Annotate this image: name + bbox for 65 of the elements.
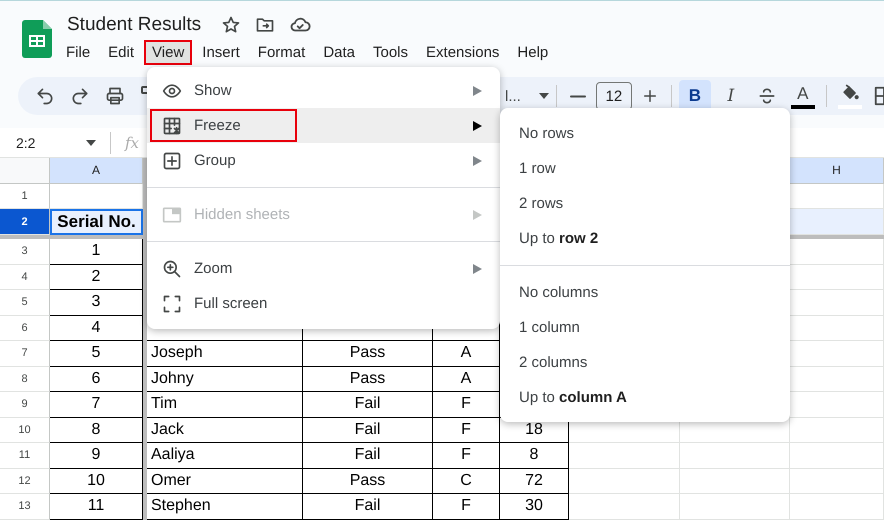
table-cell: Fail [303, 418, 433, 443]
document-title[interactable]: Student Results [67, 14, 202, 36]
menu-item[interactable]: 1 column [500, 310, 790, 345]
table-cell: Fail [303, 494, 433, 520]
row-header[interactable]: 8 [0, 366, 50, 392]
row-header[interactable]: 3 [0, 239, 50, 264]
row-header[interactable]: 6 [0, 316, 50, 341]
menu-item[interactable]: No columns [500, 275, 790, 310]
menu-bar-item[interactable]: Tools [365, 40, 416, 65]
column-header[interactable]: H [790, 158, 884, 184]
table-cell: Jack [147, 418, 303, 443]
text-color-button[interactable]: A [786, 80, 819, 112]
menu-bar-item[interactable]: View [144, 40, 192, 65]
function-icon: fx [125, 134, 140, 152]
table-cell: Stephen [147, 494, 303, 520]
row-header[interactable]: 7 [0, 341, 50, 366]
menu-item[interactable]: Freeze [147, 108, 500, 143]
table-cell: Pass [303, 366, 433, 392]
menu-item[interactable]: Zoom [147, 251, 500, 286]
column-header[interactable]: A [50, 158, 143, 184]
table-cell: C [433, 468, 500, 494]
menu-item[interactable]: Group [147, 143, 500, 178]
font-name-field[interactable]: l... [505, 88, 521, 104]
menu-item[interactable]: 2 columns [500, 345, 790, 380]
row-header[interactable]: 5 [0, 290, 50, 316]
table-cell: F [433, 443, 500, 468]
table-cell: 72 [500, 468, 569, 494]
table-cell: Fail [303, 443, 433, 468]
menu-bar-item[interactable]: Help [509, 40, 556, 65]
table-cell: Pass [303, 468, 433, 494]
table-cell: Pass [303, 341, 433, 366]
table-cell: Serial No. [50, 209, 143, 235]
menu-bar-item[interactable]: Edit [100, 40, 142, 65]
row-header[interactable]: 12 [0, 468, 50, 494]
row-header[interactable]: 10 [0, 418, 50, 443]
menu-bar-item[interactable]: File [58, 40, 98, 65]
row-header[interactable]: 9 [0, 392, 50, 418]
table-cell: Omer [147, 468, 303, 494]
name-box[interactable]: 2:2 [16, 134, 86, 150]
menu-item[interactable]: 1 row [500, 151, 790, 186]
table-cell: F [433, 494, 500, 520]
row-header[interactable]: 4 [0, 264, 50, 290]
menu-item[interactable]: Full screen [147, 286, 500, 321]
menu-bar-item[interactable]: Extensions [418, 40, 508, 65]
menu-item[interactable]: Up to column A [500, 380, 790, 415]
menu-bar-item[interactable]: Insert [194, 40, 248, 65]
menu-bar-item[interactable]: Data [315, 40, 363, 65]
row-header[interactable]: 11 [0, 443, 50, 468]
italic-button[interactable]: I [714, 80, 747, 112]
menu-item[interactable]: No rows [500, 116, 790, 151]
row-header[interactable]: 1 [0, 184, 50, 209]
table-cell: Aaliya [147, 443, 303, 468]
row-header[interactable]: 2 [0, 209, 50, 235]
table-cell: Fail [303, 392, 433, 418]
table-cell: Joseph [147, 341, 303, 366]
row-header[interactable]: 13 [0, 494, 50, 520]
menu-item[interactable]: Up to row 2 [500, 221, 790, 256]
table-cell: Johny [147, 366, 303, 392]
table-cell: F [433, 418, 500, 443]
table-cell: Tim [147, 392, 303, 418]
menu-bar-item[interactable]: Format [250, 40, 314, 65]
menu-item[interactable]: 2 rows [500, 186, 790, 221]
table-cell: 30 [500, 494, 569, 520]
menu-item[interactable]: Show [147, 73, 500, 108]
table-cell: 8 [500, 443, 569, 468]
